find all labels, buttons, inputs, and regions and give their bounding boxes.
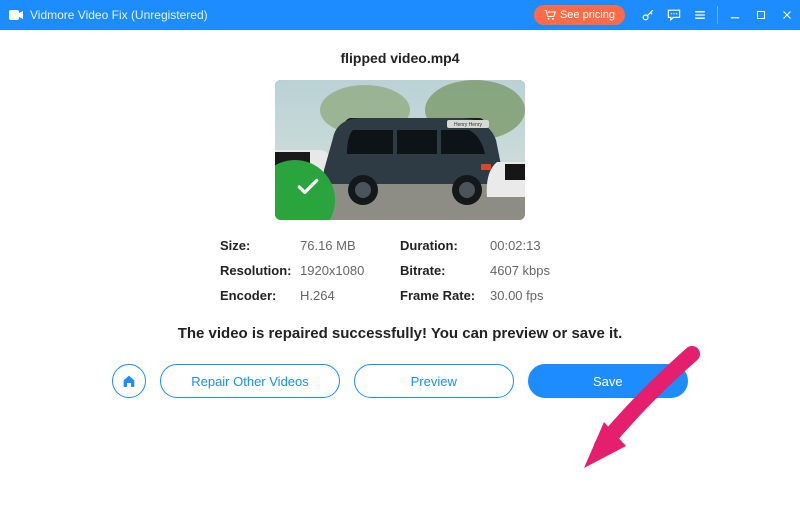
maximize-icon[interactable] [748, 0, 774, 30]
size-label: Size: [220, 238, 300, 253]
encoder-value: H.264 [300, 288, 400, 303]
duration-label: Duration: [400, 238, 490, 253]
app-title: Vidmore Video Fix (Unregistered) [30, 8, 208, 22]
checkmark-icon [295, 174, 321, 200]
titlebar: Vidmore Video Fix (Unregistered) See pri… [0, 0, 800, 30]
close-icon[interactable] [774, 0, 800, 30]
save-button[interactable]: Save [528, 364, 688, 398]
minimize-icon[interactable] [722, 0, 748, 30]
feedback-icon[interactable] [661, 0, 687, 30]
framerate-value: 30.00 fps [490, 288, 580, 303]
bitrate-label: Bitrate: [400, 263, 490, 278]
resolution-value: 1920x1080 [300, 263, 400, 278]
filename: flipped video.mp4 [340, 50, 459, 66]
video-info: Size: 76.16 MB Duration: 00:02:13 Resolu… [220, 238, 580, 303]
menu-icon[interactable] [687, 0, 713, 30]
main-content: flipped video.mp4 Henry [0, 30, 800, 512]
home-button[interactable] [112, 364, 146, 398]
app-logo-icon [8, 7, 24, 23]
status-message: The video is repaired successfully! You … [178, 325, 623, 342]
repair-other-videos-button[interactable]: Repair Other Videos [160, 364, 340, 398]
see-pricing-button[interactable]: See pricing [534, 5, 625, 25]
svg-text:Henry Henry: Henry Henry [454, 122, 483, 128]
preview-button[interactable]: Preview [354, 364, 514, 398]
encoder-label: Encoder: [220, 288, 300, 303]
size-value: 76.16 MB [300, 238, 400, 253]
button-row: Repair Other Videos Preview Save [112, 364, 688, 398]
pricing-label: See pricing [560, 9, 615, 21]
resolution-label: Resolution: [220, 263, 300, 278]
separator [717, 6, 718, 24]
framerate-label: Frame Rate: [400, 288, 490, 303]
video-thumbnail: Henry Henry [275, 80, 525, 220]
home-icon [121, 373, 137, 389]
bitrate-value: 4607 kbps [490, 263, 580, 278]
key-icon[interactable] [635, 0, 661, 30]
duration-value: 00:02:13 [490, 238, 580, 253]
